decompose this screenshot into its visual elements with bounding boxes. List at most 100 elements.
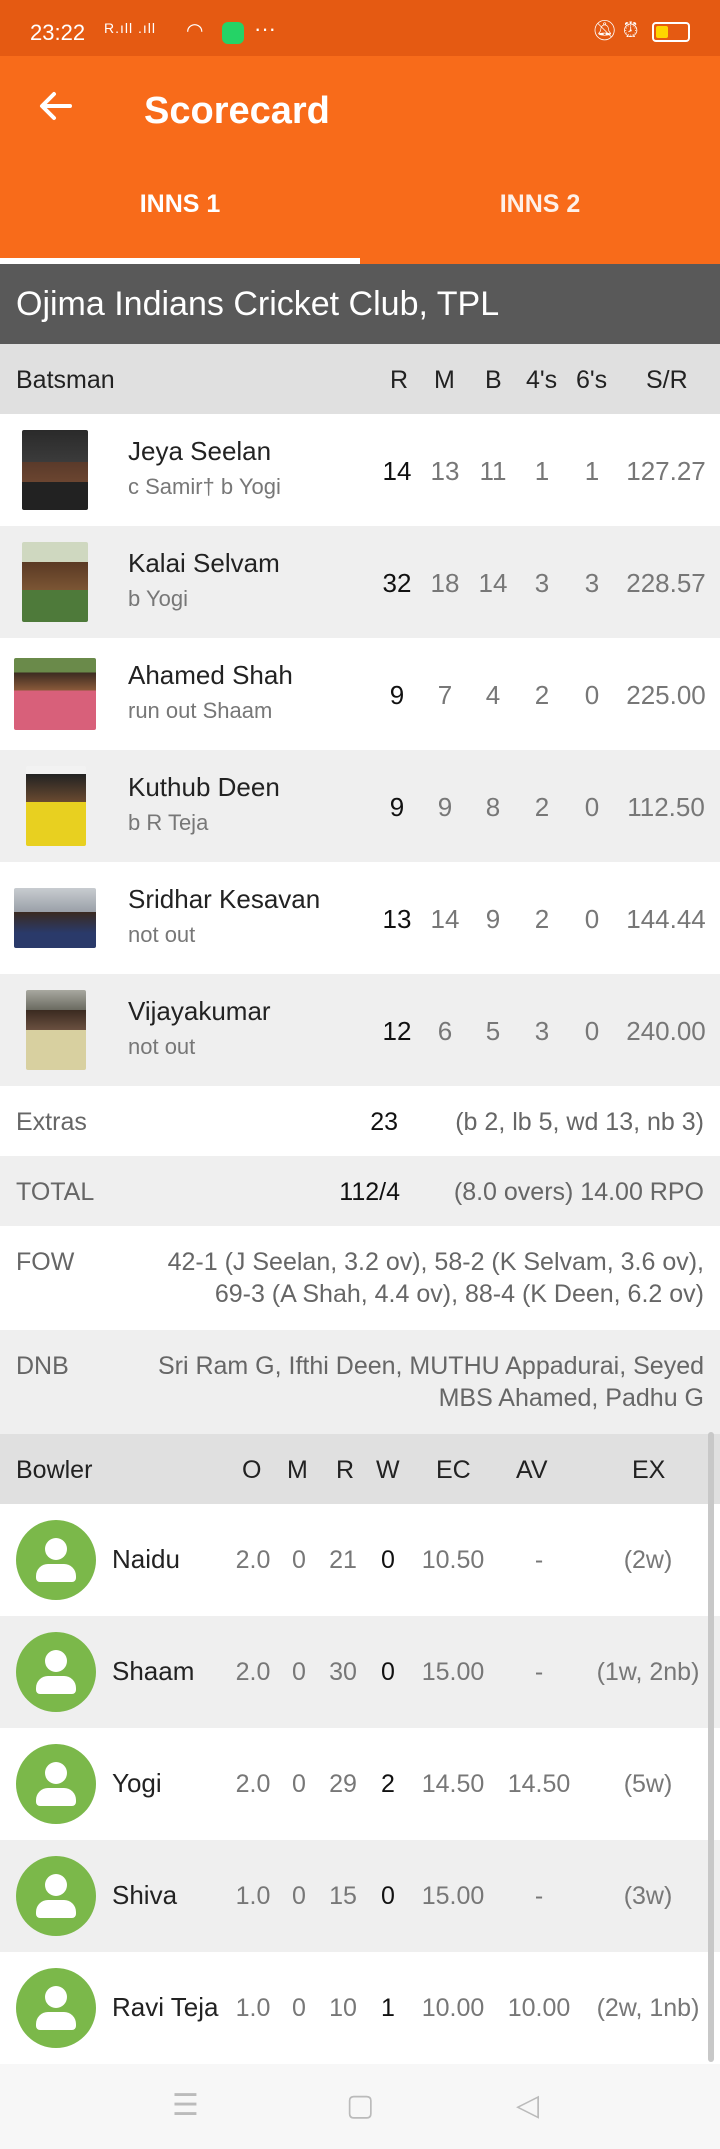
back-arrow-icon[interactable] [36,86,76,126]
wickets: 2 [381,1770,395,1798]
player-photo [14,888,96,948]
user-avatar-icon [16,1632,96,1712]
home-icon[interactable]: ▢ [346,2088,374,2123]
fours-col: 4's [526,366,558,394]
runs: 32 [382,568,412,598]
status-time: 23:22 [30,20,86,45]
sixes: 0 [584,792,600,822]
dnb-label: DNB [16,1352,69,1380]
minutes-col: M [434,366,455,394]
extras-conceded: (5w) [623,1770,673,1798]
total-detail: (8.0 overs) 14.00 RPO [453,1178,704,1206]
wifi-icon: ◠ [186,20,204,42]
economy: 15.00 [421,1882,485,1910]
extras-conceded: (2w) [623,1546,673,1574]
bowler-row[interactable]: Shiva 1.0 0 15 0 15.00 - (3w) [0,1840,720,1952]
bowler-row[interactable]: Naidu 2.0 0 21 0 10.50 - (2w) [0,1504,720,1616]
average-col: AV [516,1456,548,1484]
status-bar: 23:22 R.ıll .ıll ◠ ··· 🔕︎ ⏰︎ [0,0,720,56]
minutes: 6 [437,1016,453,1046]
sixes-col: 6's [576,366,608,394]
system-nav-bar: ☰ ▢ ◁ [0,2064,720,2149]
wickets-col: W [376,1456,400,1484]
runs-conceded: 29 [329,1770,357,1798]
extras-conceded: (3w) [623,1882,673,1910]
balls: 5 [485,1016,501,1046]
economy: 10.50 [421,1546,485,1574]
runs: 12 [382,1016,412,1046]
fours: 2 [534,680,550,710]
batsman-row[interactable]: Ahamed Shah run out Shaam 9 7 4 2 0 225.… [0,638,720,750]
whatsapp-icon [222,22,244,44]
dismissal: run out Shaam [128,698,273,723]
signal-icon: R.ıll .ıll [104,20,156,36]
total-row: TOTAL 112/4 (8.0 overs) 14.00 RPO [0,1156,720,1226]
batting-header: Batsman R M B 4's 6's S/R [0,344,720,414]
bowler-row[interactable]: Yogi 2.0 0 29 2 14.50 14.50 (5w) [0,1728,720,1840]
fow-line-1: 42-1 (J Seelan, 3.2 ov), 58-2 (K Selvam,… [167,1248,704,1276]
tab-inns-2[interactable]: INNS 2 [360,184,720,264]
runs-conceded-col: R [336,1456,355,1484]
runs: 9 [389,680,405,710]
sixes: 0 [584,680,600,710]
back-icon[interactable]: ◁ [516,2088,539,2123]
bowler-name: Ravi Teja [112,1992,219,2022]
batsman-row[interactable]: Jeya Seelan c Samir† b Yogi 14 13 11 1 1… [0,414,720,526]
economy: 10.00 [421,1994,485,2022]
runs-conceded: 10 [329,1994,357,2022]
batsman-row[interactable]: Vijayakumar not out 12 6 5 3 0 240.00 [0,974,720,1086]
runs: 13 [382,904,412,934]
sixes: 3 [584,568,600,598]
fow-row: FOW 42-1 (J Seelan, 3.2 ov), 58-2 (K Sel… [0,1226,720,1330]
batsman-row[interactable]: Kuthub Deen b R Teja 9 9 8 2 0 112.50 [0,750,720,862]
average: 10.00 [507,1994,571,2022]
overs: 2.0 [235,1546,271,1574]
total-label: TOTAL [16,1178,95,1206]
user-avatar-icon [16,1856,96,1936]
bowler-row[interactable]: Shaam 2.0 0 30 0 15.00 - (1w, 2nb) [0,1616,720,1728]
fow-line-2: 69-3 (A Shah, 4.4 ov), 88-4 (K Deen, 6.2… [214,1280,704,1308]
overs: 2.0 [235,1658,271,1686]
fow-label: FOW [16,1248,75,1276]
overs: 1.0 [235,1882,271,1910]
economy: 14.50 [421,1770,485,1798]
maidens: 0 [292,1770,306,1798]
batsman-name: Vijayakumar [128,996,271,1026]
extras-detail: (b 2, lb 5, wd 13, nb 3) [455,1108,704,1136]
maidens-col: M [287,1456,308,1484]
strike-rate: 240.00 [626,1016,706,1046]
minutes: 7 [437,680,453,710]
sixes: 0 [584,1016,600,1046]
overs: 1.0 [235,1994,271,2022]
menu-icon[interactable]: ☰ [172,2088,199,2123]
runs-conceded: 21 [329,1546,357,1574]
minutes: 9 [437,792,453,822]
tab-inns-1[interactable]: INNS 1 [0,184,360,264]
bowler-name: Naidu [112,1544,180,1574]
sixes: 0 [584,904,600,934]
average: - [534,1882,544,1910]
scrollbar[interactable] [708,1432,714,2062]
extras-col: EX [632,1456,666,1484]
player-photo [22,430,88,510]
batsman-row[interactable]: Sridhar Kesavan not out 13 14 9 2 0 144.… [0,862,720,974]
strike-rate: 225.00 [626,680,706,710]
extras-conceded: (1w, 2nb) [596,1658,700,1686]
bowler-row[interactable]: Ravi Teja 1.0 0 10 1 10.00 10.00 (2w, 1n… [0,1952,720,2064]
dismissal: c Samir† b Yogi [128,474,281,499]
balls: 14 [478,568,508,598]
balls-col: B [485,366,502,394]
fours: 2 [534,792,550,822]
player-photo [22,542,88,622]
extras-label: Extras [16,1108,87,1136]
user-avatar-icon [16,1520,96,1600]
player-photo [14,658,96,730]
batsman-name: Kalai Selvam [128,548,280,578]
batsman-name: Kuthub Deen [128,772,280,802]
economy: 15.00 [421,1658,485,1686]
dnb-line-2: MBS Ahamed, Padhu G [438,1384,704,1412]
sixes: 1 [584,456,600,486]
batsman-col-label: Batsman [16,366,115,394]
batsman-row[interactable]: Kalai Selvam b Yogi 32 18 14 3 3 228.57 [0,526,720,638]
alarm-icon: ⏰︎ [622,20,639,42]
